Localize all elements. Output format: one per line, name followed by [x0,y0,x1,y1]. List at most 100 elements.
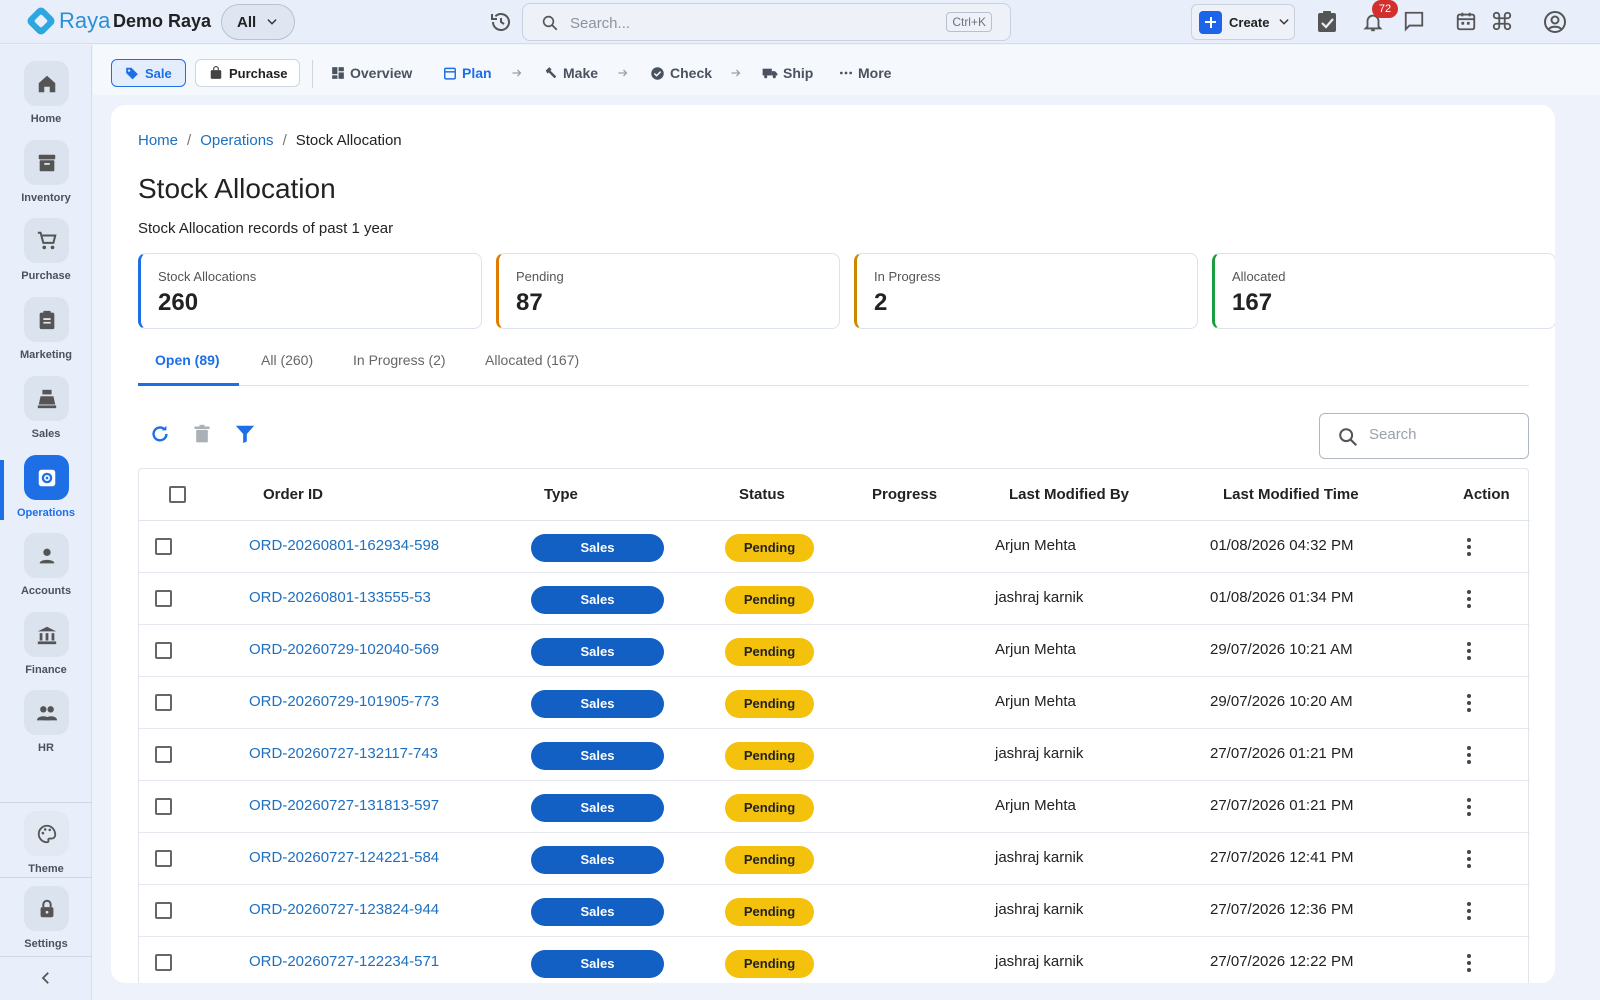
table-row[interactable]: ORD-20260729-101905-773 Sales Pending Arjun… [139,677,1530,729]
kpi-stock-allocations[interactable]: Stock Allocations 260 [138,253,482,329]
subnav-check[interactable]: Check [650,65,712,81]
filter-icon[interactable] [234,423,256,445]
column-header[interactable]: Last Modified By [1009,486,1129,503]
order-id-link[interactable]: ORD-20260727-124221-584 [249,849,439,866]
modified-by-cell: Arjun Mehta [995,797,1076,814]
column-header[interactable]: Order ID [263,486,323,503]
table-row[interactable]: ORD-20260801-162934-598 Sales Pending Arjun… [139,521,1530,573]
row-checkbox[interactable] [155,850,172,867]
order-id-link[interactable]: ORD-20260727-123824-944 [249,901,439,918]
sidebar-item-inventory[interactable]: Inventory [0,140,92,218]
column-header[interactable]: Last Modified Time [1223,486,1359,503]
dots-icon [839,71,853,75]
row-checkbox[interactable] [155,694,172,711]
more-actions-icon[interactable] [1459,692,1479,714]
row-checkbox[interactable] [155,538,172,555]
status-badge: Pending [725,690,814,718]
table-row[interactable]: ORD-20260727-123824-944 Sales Pending jashr… [139,885,1530,937]
scope-dropdown[interactable]: All [221,4,295,40]
sidebar-item-accounts[interactable]: Accounts [0,533,92,611]
breadcrumb-operations[interactable]: Operations [200,132,273,149]
collapse-sidebar-icon[interactable] [37,969,55,987]
table-search-input[interactable] [1369,426,1519,443]
more-actions-icon[interactable] [1459,744,1479,766]
order-id-link[interactable]: ORD-20260727-131813-597 [249,797,439,814]
column-header[interactable]: Action [1463,486,1510,503]
sidebar-item-operations[interactable]: Operations [0,455,92,533]
more-actions-icon[interactable] [1459,952,1479,974]
order-id-link[interactable]: ORD-20260729-102040-569 [249,641,439,658]
tasks-icon[interactable] [1316,10,1338,34]
history-icon[interactable] [489,10,513,34]
sidebar-item-marketing[interactable]: Marketing [0,297,92,375]
sidebar-item-label: Settings [24,938,68,950]
order-id-link[interactable]: ORD-20260801-162934-598 [249,537,439,554]
row-checkbox[interactable] [155,590,172,607]
column-header[interactable]: Status [739,486,785,503]
chat-icon[interactable] [1403,10,1425,32]
delete-icon[interactable] [192,423,212,445]
table-row[interactable]: ORD-20260727-124221-584 Sales Pending jashr… [139,833,1530,885]
more-actions-icon[interactable] [1459,536,1479,558]
sidebar-item-settings[interactable]: Settings [0,886,92,964]
kpi-allocated[interactable]: Allocated 167 [1212,253,1555,329]
refresh-icon[interactable] [149,423,171,445]
subnav-more[interactable]: More [839,65,891,81]
row-checkbox[interactable] [155,902,172,919]
global-search[interactable]: Search... Ctrl+K [522,3,1011,41]
sidebar-item-label: Operations [16,507,76,519]
subnav-overview[interactable]: Overview [331,65,412,81]
subnav-ship[interactable]: Ship [762,65,813,81]
sidebar-item-sales[interactable]: Sales [0,376,92,454]
sidebar-item-label: HR [38,742,54,754]
order-id-link[interactable]: ORD-20260801-133555-53 [249,589,431,606]
modified-by-cell: jashraj karnik [995,745,1084,762]
command-icon[interactable] [1491,10,1513,32]
account-icon[interactable] [1543,10,1567,34]
subnav-make[interactable]: Make [544,65,598,81]
more-actions-icon[interactable] [1459,848,1479,870]
row-checkbox[interactable] [155,798,172,815]
kpi-in-progress[interactable]: In Progress 2 [854,253,1198,329]
breadcrumb-home[interactable]: Home [138,132,178,149]
row-checkbox[interactable] [155,746,172,763]
subnav-plan[interactable]: Plan [443,65,492,81]
column-header[interactable]: Type [544,486,578,503]
purchase-chip[interactable]: Purchase [195,59,300,87]
sidebar-item-home[interactable]: Home [0,61,92,139]
row-checkbox[interactable] [155,642,172,659]
tab-in-progress[interactable]: In Progress (2) [353,343,446,386]
order-id-link[interactable]: ORD-20260727-132117-743 [249,745,438,762]
row-checkbox[interactable] [155,954,172,971]
order-id-link[interactable]: ORD-20260729-101905-773 [249,693,439,710]
table-search[interactable] [1319,413,1529,459]
column-header[interactable]: Progress [872,486,937,503]
kpi-label: In Progress [874,269,941,284]
kpi-pending[interactable]: Pending 87 [496,253,840,329]
tab-all[interactable]: All (260) [261,343,313,386]
table-row[interactable]: ORD-20260801-133555-53 Sales Pending jashra… [139,573,1530,625]
type-badge: Sales [531,638,664,666]
status-badge: Pending [725,950,814,978]
tab-open[interactable]: Open (89) [138,343,239,386]
more-actions-icon[interactable] [1459,640,1479,662]
lock-icon [40,899,53,917]
app-logo[interactable]: Raya [25,5,110,37]
more-actions-icon[interactable] [1459,900,1479,922]
table-row[interactable]: ORD-20260727-122234-571 Sales Pending jashr… [139,937,1530,983]
sidebar-item-purchase[interactable]: Purchase [0,218,92,296]
sale-chip[interactable]: Sale [111,59,186,87]
sidebar-item-hr[interactable]: HR [0,690,92,768]
order-id-link[interactable]: ORD-20260727-122234-571 [249,953,439,970]
create-button[interactable]: Create [1191,4,1295,40]
more-actions-icon[interactable] [1459,588,1479,610]
more-actions-icon[interactable] [1459,796,1479,818]
archive-icon [38,154,55,171]
calendar-icon[interactable] [1455,10,1477,32]
table-row[interactable]: ORD-20260727-132117-743 Sales Pending jashr… [139,729,1530,781]
sidebar-item-finance[interactable]: Finance [0,612,92,690]
select-all-checkbox[interactable] [169,486,186,503]
table-row[interactable]: ORD-20260727-131813-597 Sales Pending Arjun… [139,781,1530,833]
tab-allocated[interactable]: Allocated (167) [485,343,579,386]
table-row[interactable]: ORD-20260729-102040-569 Sales Pending Arjun… [139,625,1530,677]
